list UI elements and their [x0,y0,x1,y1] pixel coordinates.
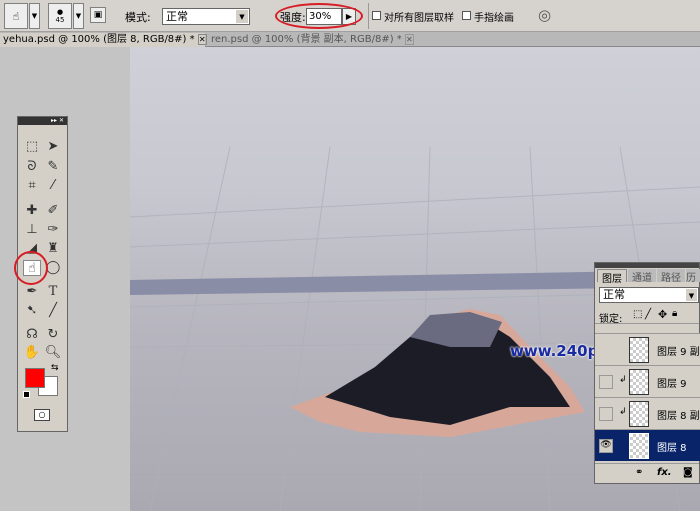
visibility-toggle[interactable] [599,407,613,421]
layer-row[interactable]: ↲ 图层 9 [595,365,700,397]
lock-move-icon[interactable]: ✥ [658,308,667,321]
eyedropper-tool-icon[interactable]: ⁄ [44,178,62,194]
brush-dropdown-arrow[interactable]: ▼ [73,3,84,29]
crop-tool-icon[interactable]: ⌗ [23,178,41,194]
panel-header [595,263,699,268]
layer-thumbnail [629,401,649,427]
layer-thumbnail [629,433,649,459]
finger-painting-label: 手指绘画 [474,13,514,24]
mode-value: 正常 [166,10,188,23]
history-brush-tool-icon[interactable]: ✑ [44,222,62,238]
blend-mode-select[interactable]: 正常 ▼ [599,287,699,303]
toolbox: ▸▸ ✕ ⬚ ➤ ᘐ ✎ ⌗ ⁄ ✚ ✐ ⊥ ✑ ◢ ♜ ☝ ◯ ✒ T ➷ ╱… [14,116,68,432]
tab-ren[interactable]: ren.psd @ 100% (背景 副本, RGB/8#) * ✕ [208,33,414,47]
hand-tool-icon[interactable]: ✋ [23,345,41,361]
brush-picker[interactable]: ● 45 [48,3,72,29]
brush-panel-toggle-icon[interactable]: ▣ [90,7,106,23]
fx-icon[interactable]: fx. [657,467,672,478]
brush-tool-icon[interactable]: ✐ [44,203,62,219]
move-tool-icon[interactable]: ➤ [44,139,62,155]
divider [368,3,369,29]
tab-layers[interactable]: 图层 [597,269,627,285]
layer-thumbnail [629,369,649,395]
brush-dot-icon: ● [56,8,64,16]
close-icon[interactable]: ✕ [197,34,207,45]
tablet-pressure-icon[interactable]: ◎ [538,6,551,24]
pen-tool-icon[interactable]: ✒ [23,284,41,300]
sample-all-layers-checkbox[interactable] [372,11,381,20]
zoom-tool-icon[interactable]: 🔍︎ [44,345,62,361]
smudge-icon: ☝ [12,9,20,23]
line-tool-icon[interactable]: ╱ [44,303,62,319]
healing-brush-tool-icon[interactable]: ✚ [23,203,41,219]
tab-label: ren.psd @ 100% (背景 副本, RGB/8#) * [211,34,402,45]
layer-row-partial[interactable] [595,323,699,333]
layers-footer: ⚭ fx. ◙ [595,463,699,483]
mode-label: 模式: [125,11,151,24]
eye-icon[interactable]: 👁︎ [599,439,613,453]
stamp-tool-icon[interactable]: ⊥ [23,222,41,238]
tab-paths[interactable]: 路径 [657,269,685,284]
layer-name: 图层 9 [657,379,687,390]
lock-brush-icon[interactable]: ╱ [645,309,651,320]
paint-bucket-tool-icon[interactable]: ♜ [44,241,62,257]
layer-row[interactable]: ↲ 图层 8 副本 [595,397,700,429]
type-tool-icon[interactable]: T [44,284,62,300]
foreground-color-swatch[interactable] [25,368,45,388]
layers-panel: 图层 通道 路径 历 正常▼ 锁定: ⬚ ╱ ✥ 🔒︎ 图层 9 副本 ↲图层 … [594,262,700,484]
chevron-down-icon: ▼ [236,10,248,23]
highlight-circle [14,251,48,285]
layer-name: 图层 8 [657,443,687,454]
tab-yehua[interactable]: yehua.psd @ 100% (图层 8, RGB/8#) * ✕ [0,33,207,47]
quick-selection-tool-icon[interactable]: ✎ [44,159,62,175]
path-selection-tool-icon[interactable]: ➷ [23,303,41,319]
add-mask-icon[interactable]: ◙ [683,467,693,478]
visibility-toggle[interactable] [599,375,613,389]
tab-channels[interactable]: 通道 [628,269,656,284]
mode-select[interactable]: 正常 ▼ [162,8,250,25]
tab-label: yehua.psd @ 100% (图层 8, RGB/8#) * [3,34,195,45]
options-bar: ☝ ▼ ● 45 ▼ ▣ 模式: 正常 ▼ 强度: 30% ▶ 对所有图层取样 手指… [0,0,700,32]
default-colors-icon[interactable] [23,391,30,398]
brush-size: 45 [55,16,65,24]
sample-all-layers-label: 对所有图层取样 [384,13,454,24]
3d-rotate-tool-icon[interactable]: ☊ [23,327,41,343]
clip-arrow-icon: ↲ [619,375,627,385]
marquee-tool-icon[interactable]: ⬚ [23,139,41,155]
finger-painting-checkbox[interactable] [462,11,471,20]
visibility-toggle[interactable] [599,343,613,357]
highlight-circle [275,3,363,29]
blend-mode-value: 正常 [603,288,625,301]
3d-orbit-tool-icon[interactable]: ↻ [44,327,62,343]
clip-arrow-icon: ↲ [619,407,627,417]
lock-transparency-icon[interactable]: ⬚ [633,309,642,320]
layer-row-selected[interactable]: 👁︎ 图层 8 [595,429,700,461]
layer-name: 图层 8 副本 [657,411,700,422]
tab-history[interactable]: 历 [686,269,700,282]
preset-dropdown-arrow[interactable]: ▼ [29,3,40,29]
lasso-tool-icon[interactable]: ᘐ [23,159,41,175]
layer-thumbnail [629,337,649,363]
layer-name: 图层 9 副本 [657,347,700,358]
toolbox-header[interactable]: ▸▸ ✕ [18,117,67,125]
close-icon[interactable]: ✕ [404,34,414,45]
swap-colors-icon[interactable]: ⇆ [51,363,59,373]
chevron-down-icon: ▼ [686,289,697,301]
quick-mask-icon[interactable]: ○ [34,409,50,421]
lock-all-icon[interactable]: 🔒︎ [672,308,677,319]
link-layers-icon[interactable]: ⚭ [635,467,643,478]
layer-row[interactable]: 图层 9 副本 [595,333,700,365]
smudge-tool-preset-button[interactable]: ☝ [4,3,28,29]
document-tabs: yehua.psd @ 100% (图层 8, RGB/8#) * ✕ ren.… [0,32,700,47]
